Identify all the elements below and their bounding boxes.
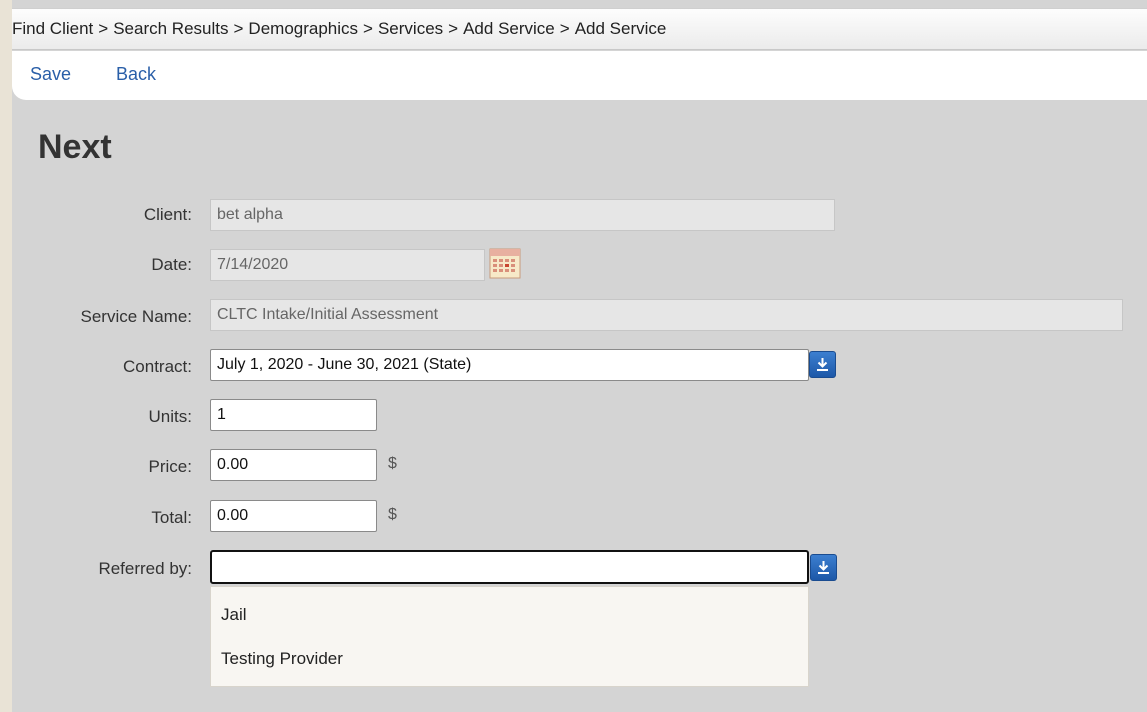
action-bar: Save Back [12, 51, 1147, 100]
page-title: Next [38, 128, 112, 166]
price-label: Price: [148, 457, 192, 476]
contract-label: Contract: [123, 357, 192, 376]
price-currency: $ [388, 455, 397, 472]
units-input[interactable]: 1 [210, 399, 377, 431]
save-link[interactable]: Save [30, 64, 71, 85]
dropdown-option-testing-provider[interactable]: Testing Provider [221, 649, 343, 669]
total-label: Total: [151, 508, 192, 527]
breadcrumb-item-demographics[interactable]: Demographics [248, 19, 358, 38]
client-label: Client: [143, 205, 192, 224]
service-name-label: Service Name: [80, 307, 192, 326]
breadcrumb-separator: > [559, 19, 570, 38]
referred-by-dropdown-button[interactable] [810, 554, 837, 581]
breadcrumb: Find Client > Search Results > Demographics >… [12, 8, 1147, 50]
total-currency: $ [388, 506, 397, 523]
dropdown-option-jail[interactable]: Jail [221, 605, 247, 625]
referred-by-dropdown-list: Jail Testing Provider [210, 586, 809, 687]
breadcrumb-separator: > [98, 19, 109, 38]
referred-by-input[interactable] [210, 550, 809, 584]
date-label: Date: [151, 255, 192, 274]
breadcrumb-separator: > [233, 19, 244, 38]
total-input[interactable]: 0.00 [210, 500, 377, 532]
price-input[interactable]: 0.00 [210, 449, 377, 481]
units-label: Units: [148, 407, 192, 426]
breadcrumb-item-add-service-current: Add Service [574, 19, 667, 38]
service-name-field: CLTC Intake/Initial Assessment [210, 299, 1123, 331]
breadcrumb-separator: > [363, 19, 373, 38]
client-field: bet alpha [210, 199, 835, 231]
date-field: 7/14/2020 [210, 249, 485, 281]
calendar-icon[interactable] [489, 247, 521, 279]
breadcrumb-item-find-client[interactable]: Find Client [12, 19, 93, 38]
breadcrumb-item-search-results[interactable]: Search Results [113, 19, 228, 38]
app-frame: Find Client > Search Results > Demographics >… [12, 0, 1147, 712]
download-arrow-icon [818, 561, 829, 574]
breadcrumb-item-services[interactable]: Services [378, 19, 443, 38]
breadcrumb-item-add-service[interactable]: Add Service [463, 19, 555, 38]
download-arrow-icon [817, 358, 828, 371]
breadcrumb-separator: > [448, 19, 459, 38]
contract-select[interactable]: July 1, 2020 - June 30, 2021 (State) [210, 349, 809, 381]
contract-dropdown-button[interactable] [809, 351, 836, 378]
back-link[interactable]: Back [116, 64, 156, 85]
referred-by-label: Referred by: [98, 559, 192, 578]
